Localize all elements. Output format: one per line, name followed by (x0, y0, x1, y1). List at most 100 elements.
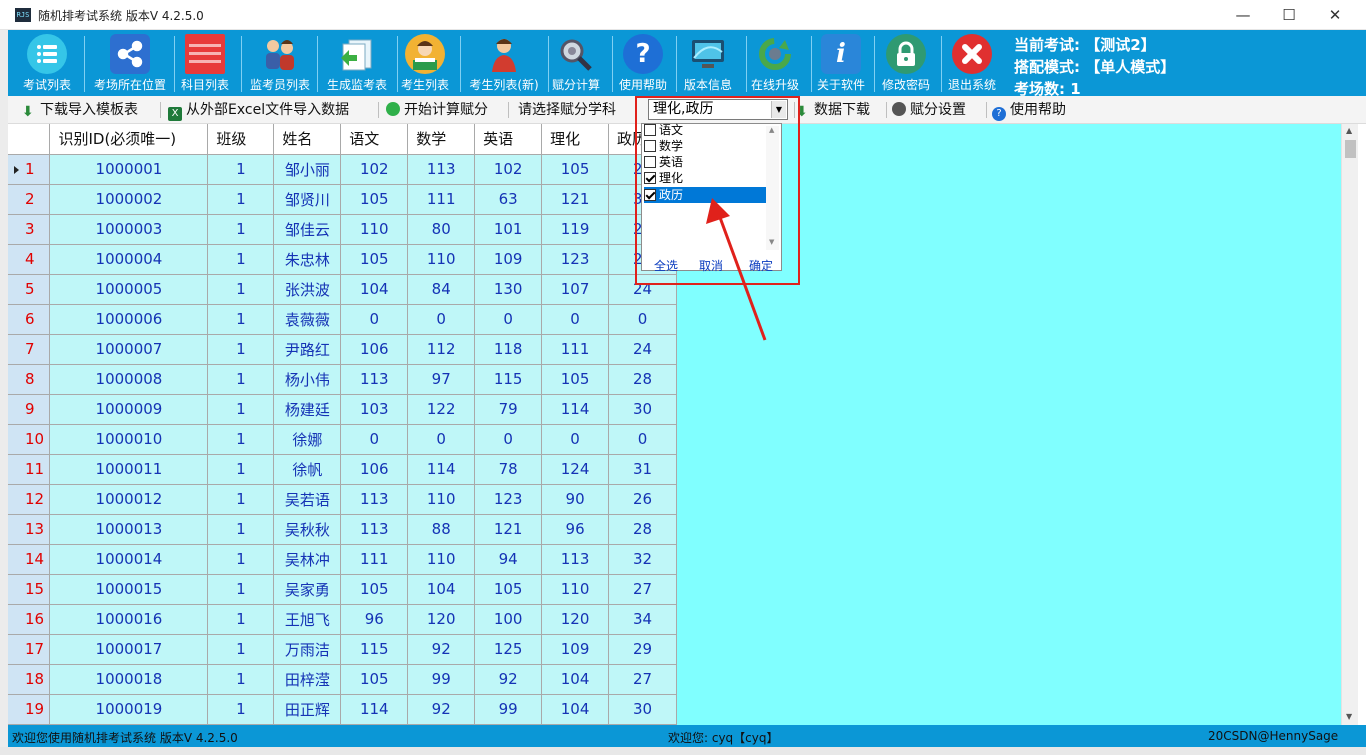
table-cell[interactable]: 130 (474, 274, 543, 305)
table-cell[interactable]: 1000019 (49, 694, 209, 725)
table-row[interactable]: 8 1000008 1 杨小伟 113 97 115 105 28 (8, 364, 677, 395)
table-cell[interactable]: 袁薇薇 (273, 304, 342, 335)
table-cell[interactable]: 田正辉 (273, 694, 342, 725)
table-cell[interactable]: 邹贤川 (273, 184, 342, 215)
table-cell[interactable]: 110 (407, 544, 476, 575)
column-header[interactable]: 班级 (207, 124, 275, 155)
table-cell[interactable]: 96 (541, 514, 610, 545)
table-cell[interactable]: 1 (207, 604, 275, 635)
table-cell[interactable]: 105 (541, 364, 610, 395)
table-cell[interactable]: 119 (541, 214, 610, 245)
table-cell[interactable]: 120 (407, 604, 476, 635)
column-header[interactable]: 语文 (340, 124, 409, 155)
table-cell[interactable]: 尹路红 (273, 334, 342, 365)
table-cell[interactable]: 105 (340, 664, 409, 695)
vertical-scrollbar[interactable]: ▲ ▼ (1341, 124, 1358, 725)
table-cell[interactable]: 113 (407, 154, 476, 185)
import-excel-button[interactable]: X 从外部Excel文件导入数据 (168, 100, 349, 121)
table-cell[interactable]: 1000010 (49, 424, 209, 455)
table-cell[interactable]: 1 (207, 634, 275, 665)
table-cell[interactable]: 0 (340, 424, 409, 455)
table-cell[interactable]: 84 (407, 274, 476, 305)
table-cell[interactable]: 32 (608, 544, 677, 575)
table-cell[interactable]: 97 (407, 364, 476, 395)
table-cell[interactable]: 0 (407, 304, 476, 335)
table-cell[interactable]: 1000001 (49, 154, 209, 185)
table-row[interactable]: 6 1000006 1 袁薇薇 0 0 0 0 0 (8, 304, 677, 335)
table-cell[interactable]: 105 (340, 244, 409, 275)
table-cell[interactable]: 1 (207, 304, 275, 335)
table-cell[interactable]: 1000008 (49, 364, 209, 395)
row-header[interactable]: 5 (8, 274, 51, 305)
table-cell[interactable]: 1 (207, 424, 275, 455)
table-row[interactable]: 5 1000005 1 张洪波 104 84 130 107 24 (8, 274, 677, 305)
table-cell[interactable]: 27 (608, 574, 677, 605)
table-cell[interactable]: 吴秋秋 (273, 514, 342, 545)
table-cell[interactable]: 125 (474, 634, 543, 665)
table-cell[interactable]: 105 (340, 184, 409, 215)
column-header[interactable]: 姓名 (273, 124, 342, 155)
table-cell[interactable]: 1 (207, 484, 275, 515)
help-link-button[interactable]: ? 使用帮助 (992, 100, 1066, 121)
table-cell[interactable]: 99 (407, 664, 476, 695)
table-cell[interactable]: 80 (407, 214, 476, 245)
table-cell[interactable]: 112 (407, 334, 476, 365)
table-cell[interactable]: 1 (207, 334, 275, 365)
assign-settings-button[interactable]: 赋分设置 (892, 100, 966, 120)
table-cell[interactable]: 123 (474, 484, 543, 515)
generate-proctor-table-button[interactable]: 生成监考表 (318, 32, 396, 94)
table-cell[interactable]: 102 (474, 154, 543, 185)
about-button[interactable]: i 关于软件 (812, 32, 870, 94)
table-cell[interactable]: 113 (541, 544, 610, 575)
download-template-button[interactable]: ⬇ 下载导入模板表 (22, 100, 138, 120)
table-cell[interactable]: 34 (608, 604, 677, 635)
table-cell[interactable]: 1 (207, 574, 275, 605)
table-cell[interactable]: 徐帆 (273, 454, 342, 485)
table-cell[interactable]: 114 (541, 394, 610, 425)
row-header[interactable]: 6 (8, 304, 51, 335)
table-cell[interactable]: 1 (207, 544, 275, 575)
table-cell[interactable]: 0 (541, 424, 610, 455)
table-row[interactable]: 18 1000018 1 田梓滢 105 99 92 104 27 (8, 664, 677, 695)
table-cell[interactable]: 邹佳云 (273, 214, 342, 245)
table-cell[interactable]: 105 (541, 154, 610, 185)
table-cell[interactable]: 31 (608, 454, 677, 485)
table-cell[interactable]: 110 (340, 214, 409, 245)
table-cell[interactable]: 111 (407, 184, 476, 215)
table-row[interactable]: 19 1000019 1 田正辉 114 92 99 104 30 (8, 694, 677, 725)
table-cell[interactable]: 0 (608, 304, 677, 335)
table-cell[interactable]: 0 (608, 424, 677, 455)
table-cell[interactable]: 0 (340, 304, 409, 335)
table-cell[interactable]: 110 (541, 574, 610, 605)
table-cell[interactable]: 万雨洁 (273, 634, 342, 665)
table-cell[interactable]: 111 (541, 334, 610, 365)
column-header[interactable]: 英语 (474, 124, 543, 155)
table-cell[interactable]: 1000002 (49, 184, 209, 215)
table-cell[interactable]: 121 (474, 514, 543, 545)
table-cell[interactable]: 123 (541, 244, 610, 275)
column-header[interactable]: 数学 (407, 124, 476, 155)
scroll-up-icon[interactable]: ▲ (1346, 126, 1352, 135)
table-cell[interactable]: 1 (207, 184, 275, 215)
table-cell[interactable]: 1 (207, 694, 275, 725)
table-cell[interactable]: 113 (340, 364, 409, 395)
table-cell[interactable]: 103 (340, 394, 409, 425)
table-cell[interactable]: 99 (474, 694, 543, 725)
score-calc-button[interactable]: 赋分计算 (549, 32, 603, 94)
table-cell[interactable]: 邹小丽 (273, 154, 342, 185)
table-cell[interactable]: 114 (340, 694, 409, 725)
row-header[interactable]: 11 (8, 454, 51, 485)
table-cell[interactable]: 1000018 (49, 664, 209, 695)
table-cell[interactable]: 1000016 (49, 604, 209, 635)
table-cell[interactable]: 88 (407, 514, 476, 545)
table-cell[interactable]: 30 (608, 394, 677, 425)
table-cell[interactable]: 115 (474, 364, 543, 395)
table-cell[interactable]: 1000007 (49, 334, 209, 365)
exam-list-button[interactable]: 考试列表 (12, 32, 82, 94)
table-cell[interactable]: 92 (407, 694, 476, 725)
table-cell[interactable]: 109 (474, 244, 543, 275)
row-header[interactable]: 1 (8, 154, 51, 185)
table-cell[interactable]: 徐娜 (273, 424, 342, 455)
room-location-button[interactable]: 考场所在位置 (86, 32, 174, 94)
table-cell[interactable]: 105 (340, 574, 409, 605)
